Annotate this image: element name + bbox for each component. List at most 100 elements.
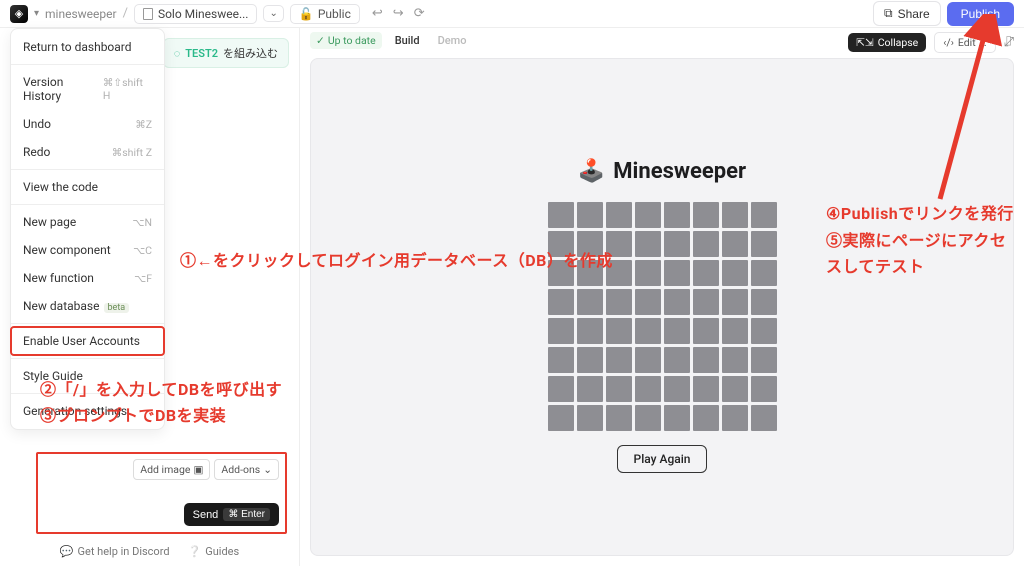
grid-cell[interactable] xyxy=(548,289,574,315)
grid-cell[interactable] xyxy=(664,231,690,257)
share-button[interactable]: ⧉ Share xyxy=(873,1,941,26)
menu-new-page[interactable]: New page⌥N xyxy=(11,208,164,236)
grid-cell[interactable] xyxy=(635,202,661,228)
grid-cell[interactable] xyxy=(606,231,632,257)
grid-cell[interactable] xyxy=(751,347,777,373)
tab-build[interactable]: Build xyxy=(390,32,425,49)
grid-cell[interactable] xyxy=(606,347,632,373)
prompt-input-area[interactable]: Add image▣ Add-ons⌄ Send ⌘ Enter xyxy=(36,452,287,534)
grid-cell[interactable] xyxy=(722,376,748,402)
grid-cell[interactable] xyxy=(722,318,748,344)
grid-cell[interactable] xyxy=(693,376,719,402)
grid-cell[interactable] xyxy=(548,405,574,431)
grid-cell[interactable] xyxy=(722,347,748,373)
visibility-pill[interactable]: 🔓 Public xyxy=(290,4,360,24)
refresh-icon[interactable]: ⟳ xyxy=(414,6,425,21)
grid-cell[interactable] xyxy=(751,405,777,431)
grid-cell[interactable] xyxy=(635,289,661,315)
grid-cell[interactable] xyxy=(751,376,777,402)
grid-cell[interactable] xyxy=(577,376,603,402)
menu-new-function[interactable]: New function⌥F xyxy=(11,264,164,292)
grid-cell[interactable] xyxy=(722,260,748,286)
grid-cell[interactable] xyxy=(635,347,661,373)
grid-cell[interactable] xyxy=(606,376,632,402)
discord-link[interactable]: 💬Get help in Discord xyxy=(60,545,170,558)
grid-cell[interactable] xyxy=(577,202,603,228)
grid-cell[interactable] xyxy=(664,289,690,315)
grid-cell[interactable] xyxy=(693,202,719,228)
grid-cell[interactable] xyxy=(635,318,661,344)
menu-undo[interactable]: Undo⌘Z xyxy=(11,110,164,138)
grid-cell[interactable] xyxy=(606,318,632,344)
grid-cell[interactable] xyxy=(635,405,661,431)
publish-button[interactable]: Publish xyxy=(947,2,1014,26)
grid-cell[interactable] xyxy=(577,347,603,373)
grid-cell[interactable] xyxy=(548,231,574,257)
menu-enable-user-accounts[interactable]: Enable User Accounts xyxy=(11,327,164,355)
minesweeper-grid[interactable] xyxy=(548,202,777,431)
page-dropdown[interactable]: ⌄ xyxy=(263,5,283,22)
app-logo[interactable]: ◈ xyxy=(10,5,28,23)
grid-cell[interactable] xyxy=(577,405,603,431)
grid-cell[interactable] xyxy=(606,405,632,431)
grid-cell[interactable] xyxy=(548,318,574,344)
grid-cell[interactable] xyxy=(751,318,777,344)
undo-icon[interactable]: ↩ xyxy=(372,6,383,21)
grid-cell[interactable] xyxy=(722,289,748,315)
grid-cell[interactable] xyxy=(577,231,603,257)
menu-version-history[interactable]: Version History⌘⇧shift H xyxy=(11,68,164,110)
tab-demo[interactable]: Demo xyxy=(433,32,472,49)
expand-icon[interactable]: ⤢ xyxy=(1004,35,1014,50)
grid-cell[interactable] xyxy=(664,202,690,228)
menu-generation-settings[interactable]: Generation settings xyxy=(11,397,164,425)
menu-style-guide[interactable]: Style Guide xyxy=(11,362,164,390)
add-image-button[interactable]: Add image▣ xyxy=(133,459,210,480)
grid-cell[interactable] xyxy=(548,202,574,228)
grid-cell[interactable] xyxy=(548,260,574,286)
grid-cell[interactable] xyxy=(751,289,777,315)
grid-cell[interactable] xyxy=(693,260,719,286)
menu-view-code[interactable]: View the code xyxy=(11,173,164,201)
grid-cell[interactable] xyxy=(722,405,748,431)
grid-cell[interactable] xyxy=(664,318,690,344)
page-selector[interactable]: Solo Mineswee... xyxy=(134,4,258,24)
grid-cell[interactable] xyxy=(548,376,574,402)
send-button[interactable]: Send ⌘ Enter xyxy=(184,503,279,526)
grid-cell[interactable] xyxy=(751,260,777,286)
grid-cell[interactable] xyxy=(577,318,603,344)
grid-cell[interactable] xyxy=(606,202,632,228)
grid-cell[interactable] xyxy=(606,289,632,315)
grid-cell[interactable] xyxy=(722,202,748,228)
test-chip[interactable]: ◌ TEST2 を組み込む xyxy=(163,38,289,68)
grid-cell[interactable] xyxy=(751,202,777,228)
grid-cell[interactable] xyxy=(664,347,690,373)
grid-cell[interactable] xyxy=(577,289,603,315)
grid-cell[interactable] xyxy=(693,231,719,257)
play-again-button[interactable]: Play Again xyxy=(617,445,708,473)
collapse-button[interactable]: ⇱⇲Collapse xyxy=(848,33,926,52)
menu-redo[interactable]: Redo⌘shift Z xyxy=(11,138,164,166)
grid-cell[interactable] xyxy=(635,376,661,402)
menu-new-database[interactable]: New databasebeta xyxy=(11,292,164,320)
grid-cell[interactable] xyxy=(577,260,603,286)
grid-cell[interactable] xyxy=(693,318,719,344)
grid-cell[interactable] xyxy=(606,260,632,286)
menu-new-component[interactable]: New component⌥C xyxy=(11,236,164,264)
grid-cell[interactable] xyxy=(664,260,690,286)
guides-link[interactable]: ❔Guides xyxy=(188,545,240,558)
grid-cell[interactable] xyxy=(751,231,777,257)
addons-button[interactable]: Add-ons⌄ xyxy=(214,459,279,480)
chevron-down-icon[interactable]: ▾ xyxy=(34,8,39,19)
grid-cell[interactable] xyxy=(635,260,661,286)
grid-cell[interactable] xyxy=(693,347,719,373)
grid-cell[interactable] xyxy=(722,231,748,257)
grid-cell[interactable] xyxy=(693,405,719,431)
grid-cell[interactable] xyxy=(693,289,719,315)
edit-button[interactable]: ‹/›Edit ... xyxy=(934,32,995,53)
grid-cell[interactable] xyxy=(664,405,690,431)
project-name[interactable]: minesweeper xyxy=(45,7,117,21)
menu-return-dashboard[interactable]: Return to dashboard xyxy=(11,33,164,61)
grid-cell[interactable] xyxy=(635,231,661,257)
redo-icon[interactable]: ↪ xyxy=(393,6,404,21)
grid-cell[interactable] xyxy=(664,376,690,402)
